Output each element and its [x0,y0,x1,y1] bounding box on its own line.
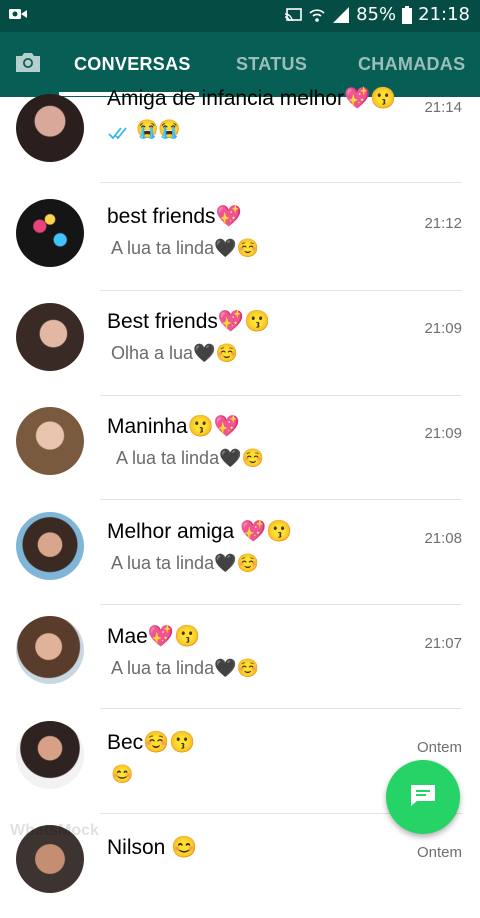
chat-time: Ontem [416,844,462,861]
chat-row[interactable]: Maninha😗💖 21:09 A lua ta linda🖤☺️ [0,395,480,500]
avatar[interactable] [16,94,84,162]
tab-status[interactable]: STATUS [236,54,307,75]
avatar[interactable] [16,407,84,475]
battery-icon [402,5,413,24]
new-chat-button[interactable] [386,760,460,834]
double-check-icon [108,125,130,144]
chat-last-message: 😊 [111,764,134,784]
cast-icon [284,7,302,23]
status-bar: 85% 21:18 [0,0,480,32]
chat-name: Maninha😗💖 [107,415,240,438]
avatar[interactable] [16,199,84,267]
camera-icon[interactable] [14,50,42,78]
chat-last-message: 😭😭 [136,119,181,139]
avatar[interactable] [16,721,84,789]
tab-conversas[interactable]: CONVERSAS [74,54,191,75]
chat-row[interactable]: Melhor amiga 💖😗 21:08 A lua ta linda🖤☺️ [0,500,480,605]
chat-name: Bec☺️😗 [107,731,196,754]
chat-name: Mae💖😗 [107,625,201,648]
chat-last-message: Olha a lua🖤☺️ [111,343,238,363]
clock: 21:18 [418,4,470,25]
avatar[interactable] [16,303,84,371]
chat-row[interactable]: Amiga de infancia melhor💖😗 21:14 😭😭 [0,81,480,186]
chat-time: 21:14 [424,99,462,116]
chat-time: 21:09 [424,425,462,442]
chat-name: Amiga de infancia melhor💖😗 [107,87,397,110]
signal-icon [332,6,350,24]
chat-time: 21:08 [424,530,462,547]
chat-last-message: A lua ta linda🖤☺️ [111,553,259,573]
chat-time: 21:09 [424,320,462,337]
avatar[interactable] [16,616,84,684]
chat-name: best friends💖 [107,205,242,228]
chat-row[interactable]: Mae💖😗 21:07 A lua ta linda🖤☺️ [0,604,480,709]
chat-name: Best friends💖😗 [107,310,271,333]
chat-name: Nilson 😊 [107,836,198,859]
chat-row[interactable]: best friends💖 21:12 A lua ta linda🖤☺️ [0,186,480,291]
row-divider [100,182,462,183]
chat-last-message: A lua ta linda🖤☺️ [111,238,259,258]
chat-time: Ontem [416,739,462,756]
chat-last-message: A lua ta linda🖤☺️ [116,448,264,468]
battery-percent: 85% [356,4,397,25]
chat-time: 21:07 [424,635,462,652]
tab-chamadas[interactable]: CHAMADAS [358,54,465,75]
wifi-icon [308,6,326,24]
chat-name: Melhor amiga 💖😗 [107,520,293,543]
chat-last-message: A lua ta linda🖤☺️ [111,658,259,678]
avatar[interactable] [16,512,84,580]
watermark: WhatsMock [10,822,99,839]
chat-row[interactable]: Best friends💖😗 21:09 Olha a lua🖤☺️ [0,291,480,396]
video-icon [8,6,28,26]
message-icon [409,783,437,811]
chat-time: 21:12 [424,215,462,232]
